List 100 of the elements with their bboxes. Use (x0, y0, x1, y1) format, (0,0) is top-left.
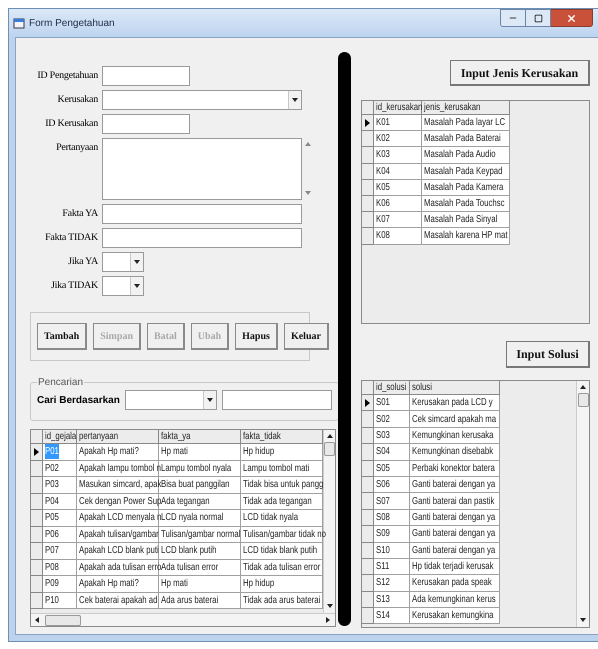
table-cell: Ganti baterai dengan ya (410, 476, 500, 494)
field-label: Fakta YA (61, 207, 98, 220)
table-cell: LCD tidak nyala (241, 510, 323, 526)
row-selector[interactable] (362, 115, 374, 132)
window-icon (13, 17, 25, 29)
column-header[interactable]: id_solusi (374, 381, 410, 395)
column-header[interactable]: fakta_tidak (241, 430, 323, 444)
dropdown-field[interactable] (124, 390, 217, 410)
scroll-thumb[interactable] (578, 393, 588, 407)
table-cell: Ganti baterai dan pastik (410, 493, 500, 510)
table-cell: Kerusakan kemungkina (410, 608, 500, 624)
table-cell: K01 (374, 115, 422, 132)
action-button[interactable]: Input Solusi (506, 341, 590, 368)
table-cell: Cek baterai apakah ad (77, 592, 159, 609)
close-button[interactable] (551, 9, 593, 27)
table-cell: K07 (374, 212, 422, 228)
table-cell: Apakah Hp mati? (77, 444, 159, 460)
horizontal-scroll-bar[interactable] (31, 613, 335, 626)
table-cell: Hp hidup (241, 576, 323, 592)
table-cell: Ada arus baterai (159, 592, 241, 609)
input-field[interactable] (102, 228, 302, 248)
table-cell: Kemungkinan kerusaka (410, 428, 500, 444)
table-cell: Tidak ada tegangan (241, 494, 323, 510)
table-cell: Masukan simcard, apak (77, 477, 159, 494)
dropdown-field[interactable] (102, 90, 302, 110)
table-cell: Hp mati (159, 576, 241, 592)
table-cell: P10 (43, 592, 77, 609)
table-cell: Kerusakan pada speak (410, 575, 500, 592)
table-cell: Tidak ada arus baterai (241, 592, 323, 609)
table-cell: Apakah LCD menyala n (77, 510, 159, 526)
table-cell: S04 (374, 444, 410, 461)
table-cell: Ganti baterai dengan ya (410, 510, 500, 526)
maximize-icon (534, 14, 542, 22)
field-label: ID Kerusakan (44, 117, 98, 130)
input-field[interactable] (102, 204, 302, 224)
table-cell: Masalah karena HP mat (422, 228, 510, 244)
table-cell: Apakah Hp mati? (77, 576, 159, 592)
window-title: Form Pengetahuan (29, 16, 115, 30)
table-cell: S08 (374, 510, 410, 526)
table-cell: K08 (374, 228, 422, 244)
table-cell: Kerusakan pada LCD y (410, 395, 500, 412)
row-pointer-icon (365, 118, 370, 127)
table-cell: Masalah Pada Kamera (422, 180, 510, 196)
dropdown-field[interactable] (102, 276, 144, 296)
form-button[interactable]: Hapus (235, 323, 278, 350)
table-cell: S13 (374, 592, 410, 608)
group-title: Pencarian (37, 376, 84, 390)
column-header[interactable]: fakta_ya (159, 430, 241, 444)
table-cell: Masalah Pada layar LC (422, 115, 510, 132)
table-cell: Ganti baterai dengan ya (410, 526, 500, 543)
dropdown-field[interactable] (102, 252, 144, 272)
table-cell: S02 (374, 411, 410, 428)
input-field[interactable] (102, 66, 190, 86)
table-cell: P03 (43, 477, 77, 494)
column-header[interactable]: jenis_kerusakan (422, 101, 510, 115)
table-cell: K05 (374, 180, 422, 196)
input-field[interactable] (102, 114, 190, 134)
table-cell: P08 (43, 560, 77, 576)
form-button[interactable]: Keluar (284, 323, 329, 350)
table-cell: Masalah Pada Audio (422, 147, 510, 164)
table-cell: Ganti baterai dengan ya (410, 542, 500, 559)
column-header[interactable]: solusi (410, 381, 500, 395)
table-cell: Tulisan/gambar normal (159, 526, 241, 543)
table-cell: Tidak ada tulisan error (241, 560, 323, 576)
column-header[interactable]: id_kerusakan (374, 101, 422, 115)
table-cell: S03 (374, 428, 410, 444)
scroll-thumb[interactable] (45, 614, 81, 626)
field-label: Jika TIDAK (50, 279, 98, 292)
table-cell: S05 (374, 460, 410, 477)
row-selector[interactable] (362, 395, 374, 412)
vertical-scroll-bar[interactable] (576, 381, 589, 627)
table-cell: P09 (43, 576, 77, 592)
table-cell: Perbaki konektor batera (410, 460, 500, 477)
row-selector[interactable] (31, 444, 43, 460)
table-cell: P05 (43, 510, 77, 526)
maximize-button[interactable] (526, 9, 551, 27)
table-cell: Apakah LCD blank puti (77, 543, 159, 560)
table-cell: Apakah ada tulisan erro (77, 560, 159, 576)
scroll-thumb[interactable] (324, 442, 335, 456)
table-cell: Masalah Pada Sinyal (422, 212, 510, 228)
table-cell: Cek simcard apakah ma (410, 411, 500, 428)
row-pointer-icon (365, 398, 370, 407)
table-cell: Hp tidak terjadi kerusak (410, 558, 500, 576)
search-field[interactable] (222, 390, 332, 410)
table-cell: LCD blank putih (159, 543, 241, 560)
table-cell: Kemungkinan disebabk (410, 444, 500, 461)
column-header[interactable]: id_gejala (43, 430, 77, 444)
form-button[interactable]: Tambah (37, 323, 88, 350)
table-cell: P07 (43, 543, 77, 560)
table-cell: Masalah Pada Keypad (422, 164, 510, 180)
field-label: Kerusakan (56, 93, 98, 106)
table-cell: Lampu tombol nyala (159, 460, 241, 477)
column-header[interactable]: pertanyaan (77, 430, 159, 444)
close-icon (566, 12, 577, 24)
table-cell: S06 (374, 476, 410, 494)
table-cell: P01 (43, 444, 77, 460)
action-button[interactable]: Input Jenis Kerusakan (450, 60, 590, 86)
table-cell: S01 (374, 395, 410, 412)
table-cell: Apakah lampu tombol n (77, 460, 159, 477)
text-area[interactable] (102, 138, 302, 200)
